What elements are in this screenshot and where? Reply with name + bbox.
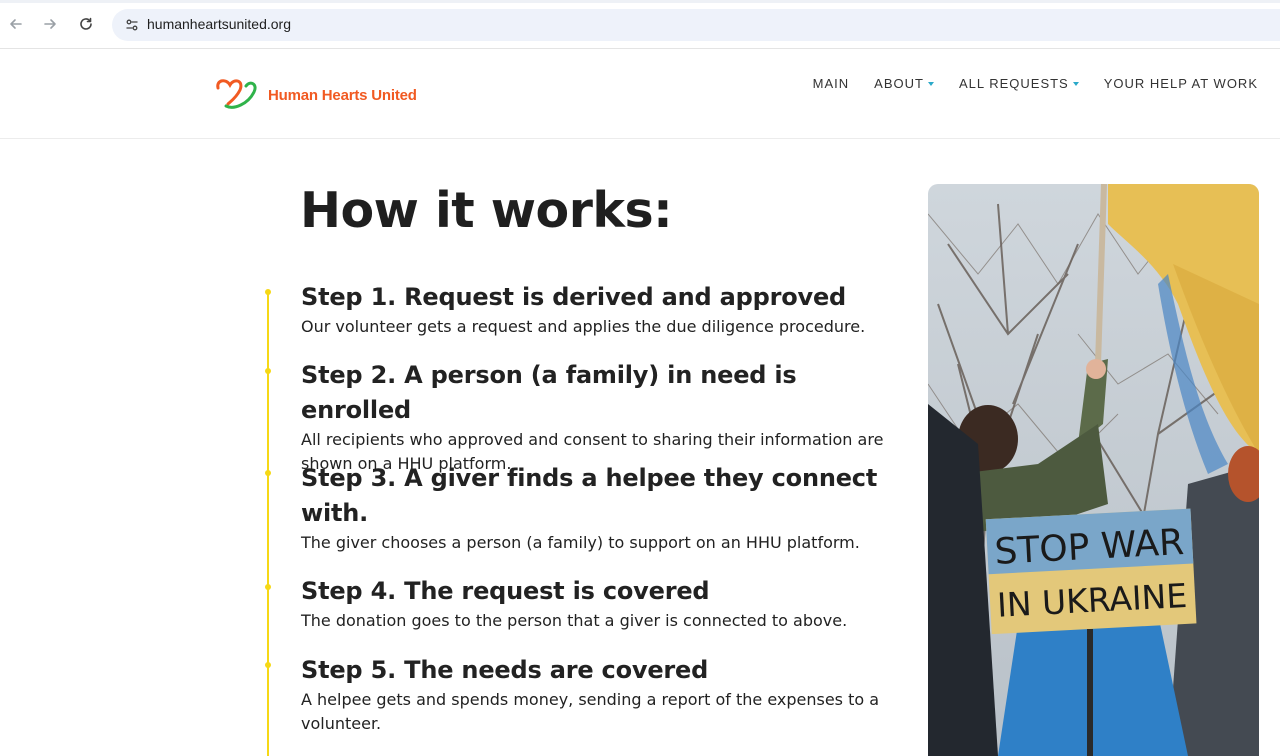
step-title: Step 3. A giver finds a helpee they conn… <box>301 464 878 527</box>
step-description: The donation goes to the person that a g… <box>301 611 848 630</box>
step-3: Step 3. A giver finds a helpee they conn… <box>301 461 881 555</box>
step-description: The giver chooses a person (a family) to… <box>301 533 860 552</box>
back-arrow-icon[interactable] <box>4 12 28 36</box>
main-nav: MAIN ABOUT ALL REQUESTS YOUR HELP AT WOR… <box>788 76 1258 91</box>
forward-arrow-icon[interactable] <box>38 12 62 36</box>
step-description: Our volunteer gets a request and applies… <box>301 317 866 336</box>
step-title: Step 1. Request is derived and approved <box>301 283 846 311</box>
nav-item-your-help-at-work[interactable]: YOUR HELP AT WORK <box>1104 76 1258 91</box>
logo-text: Human Hearts United <box>268 86 417 104</box>
site-settings-icon[interactable] <box>120 13 144 37</box>
page-title: How it works: <box>300 182 673 239</box>
step-4: Step 4. The request is covered The donat… <box>301 574 911 633</box>
step-title: Step 4. The request is covered <box>301 577 710 605</box>
step-title: Step 5. The needs are covered <box>301 656 709 684</box>
tab-strip <box>0 0 1280 3</box>
nav-item-main[interactable]: MAIN <box>813 76 850 91</box>
timeline-dot <box>265 289 271 295</box>
timeline-dot <box>265 662 271 668</box>
step-2: Step 2. A person (a family) in need is e… <box>301 358 911 476</box>
logo[interactable]: Human Hearts United <box>214 76 417 114</box>
browser-toolbar: humanheartsunited.org <box>0 0 1280 49</box>
address-bar[interactable]: humanheartsunited.org <box>112 9 1280 41</box>
step-5: Step 5. The needs are covered A helpee g… <box>301 653 911 736</box>
chevron-down-icon <box>927 82 934 86</box>
nav-item-about[interactable]: ABOUT <box>874 76 934 91</box>
url-text[interactable]: humanheartsunited.org <box>147 16 291 32</box>
timeline-dot <box>265 584 271 590</box>
heart-logo-icon <box>216 79 257 109</box>
timeline-dot <box>265 470 271 476</box>
chevron-down-icon <box>1072 82 1079 86</box>
step-1: Step 1. Request is derived and approved … <box>301 280 911 339</box>
step-title: Step 2. A person (a family) in need is e… <box>301 361 797 424</box>
step-description: A helpee gets and spends money, sending … <box>301 690 880 733</box>
nav-item-all-requests[interactable]: ALL REQUESTS <box>959 76 1079 91</box>
timeline-dot <box>265 368 271 374</box>
timeline-line <box>267 292 269 756</box>
protest-photo: STOP WAR IN UKRAINE <box>928 184 1259 756</box>
site-header: Human Hearts United MAIN ABOUT ALL REQUE… <box>0 49 1280 139</box>
reload-icon[interactable] <box>74 12 98 36</box>
